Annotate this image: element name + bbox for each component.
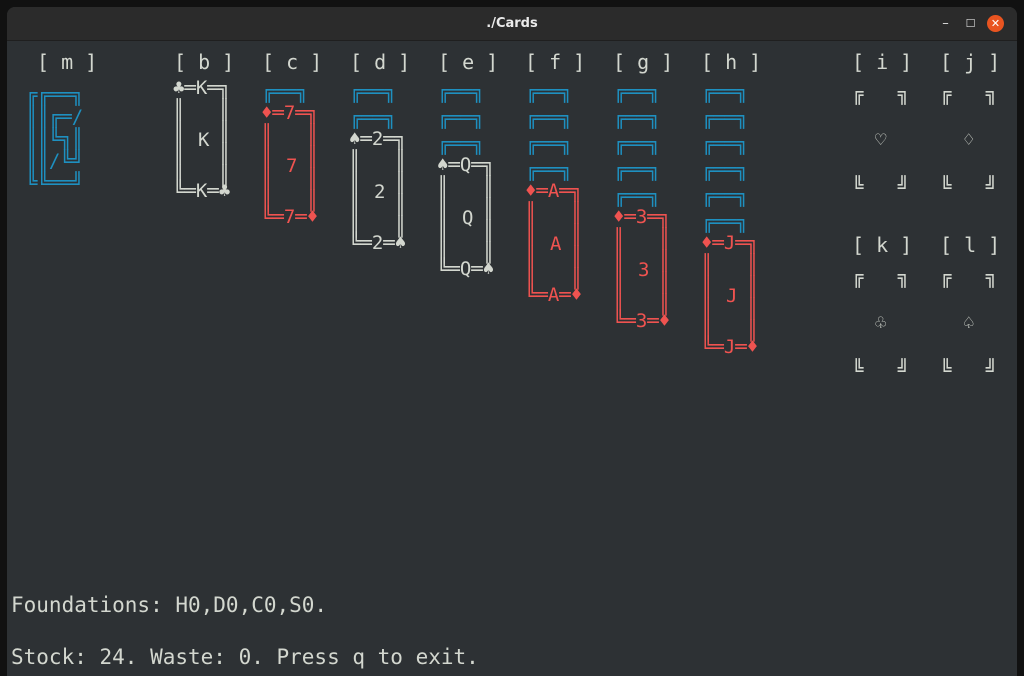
card-back: ╔══╗ bbox=[702, 81, 748, 103]
close-icon[interactable]: ✕ bbox=[987, 15, 1004, 32]
foundation-top: ╔ ╗ bbox=[852, 266, 910, 288]
card-rank: 7 bbox=[286, 155, 298, 177]
foundation-top: ╔ ╗ bbox=[852, 83, 910, 105]
stock-status: Stock: 24. Waste: 0. Press q to exit. bbox=[11, 645, 479, 669]
card-top: ♣═K═╗ bbox=[173, 77, 231, 99]
card-back: ╔══╗ bbox=[702, 133, 748, 155]
card-top: ♠═Q═╗ bbox=[437, 154, 495, 176]
pile-label-j: [ j ] bbox=[940, 50, 1001, 74]
window-title: ./Cards bbox=[486, 16, 538, 31]
pile-label-e: [ e ] bbox=[438, 50, 499, 74]
card-bottom: ╚═A═♦ bbox=[525, 284, 583, 306]
card-side: ║ ║ bbox=[349, 150, 407, 172]
pile-label-i: [ i ] bbox=[852, 50, 913, 74]
foundation-top: ╔ ╗ bbox=[940, 83, 998, 105]
card-rank: 2 bbox=[374, 181, 386, 203]
card-top: ♦═3═╗ bbox=[613, 206, 671, 228]
foundation-bottom: ╚ ╝ bbox=[940, 359, 998, 381]
stock-line: ╔╔══╗ bbox=[26, 84, 84, 106]
terminal-area[interactable]: [ m ] [ b ] [ c ] [ d ] [ e ] [ f ] [ g … bbox=[7, 41, 1017, 676]
spade-icon: ♤ bbox=[963, 312, 975, 334]
card-back: ╔══╗ bbox=[614, 159, 660, 181]
card-side: ║ ║ bbox=[701, 254, 759, 276]
card-back: ╔══╗ bbox=[702, 211, 748, 233]
card-side: ║ ║ bbox=[613, 228, 671, 250]
card-back: ╔══╗ bbox=[614, 107, 660, 129]
foundations-status: Foundations: H0,D0,C0,S0. bbox=[11, 593, 328, 617]
card-top: ♠═2═╗ bbox=[349, 128, 407, 150]
card-bottom: ╚═J═♦ bbox=[701, 336, 759, 358]
card-rank: A bbox=[550, 233, 562, 255]
card-back: ╔══╗ bbox=[438, 81, 484, 103]
title-bar: ./Cards – ☐ ✕ bbox=[7, 7, 1017, 41]
stock-line: ║║╚╗║ bbox=[26, 128, 84, 150]
card-back: ╔══╗ bbox=[262, 81, 308, 103]
card-rank: J bbox=[726, 285, 738, 307]
pile-label-h: [ h ] bbox=[701, 50, 762, 74]
terminal-window: ./Cards – ☐ ✕ [ m ] [ b ] [ c ] [ d ] [ … bbox=[7, 7, 1017, 676]
card-rank: K bbox=[198, 129, 210, 151]
card-rank: Q bbox=[462, 207, 474, 229]
card-bottom: ╚═Q═♠ bbox=[437, 258, 495, 280]
card-back: ╔══╗ bbox=[614, 81, 660, 103]
pile-label-d: [ d ] bbox=[350, 50, 411, 74]
card-back: ╔══╗ bbox=[526, 133, 572, 155]
foundation-top: ╔ ╗ bbox=[940, 266, 998, 288]
pile-label-f: [ f ] bbox=[525, 50, 586, 74]
card-top: ♦═7═╗ bbox=[261, 102, 319, 124]
card-back: ╔══╗ bbox=[438, 133, 484, 155]
card-back: ╔══╗ bbox=[438, 107, 484, 129]
card-side: ║ ║ bbox=[261, 124, 319, 146]
card-back: ╔══╗ bbox=[350, 107, 396, 129]
card-top: ♦═J═╗ bbox=[701, 232, 759, 254]
foundation-bottom: ╚ ╝ bbox=[940, 176, 998, 198]
card-side: ║ ║ bbox=[437, 176, 495, 198]
pile-label-m: [ m ] bbox=[37, 50, 98, 74]
pile-label-g: [ g ] bbox=[613, 50, 674, 74]
card-back: ╔══╗ bbox=[350, 81, 396, 103]
card-back: ╔══╗ bbox=[526, 107, 572, 129]
card-back: ╔══╗ bbox=[614, 133, 660, 155]
card-back: ╔══╗ bbox=[526, 159, 572, 181]
pile-label-l: [ l ] bbox=[940, 233, 1001, 257]
card-bottom: ╚═K═♣ bbox=[173, 180, 231, 202]
pile-label-b: [ b ] bbox=[174, 50, 235, 74]
card-bottom: ╚═2═♠ bbox=[349, 232, 407, 254]
maximize-icon[interactable]: ☐ bbox=[962, 15, 979, 32]
card-rank: 3 bbox=[638, 259, 650, 281]
pile-label-c: [ c ] bbox=[262, 50, 323, 74]
card-back: ╔══╗ bbox=[702, 185, 748, 207]
stock-line: ║║/╚╝ bbox=[26, 150, 84, 172]
card-back: ╔══╗ bbox=[526, 81, 572, 103]
pile-label-k: [ k ] bbox=[852, 233, 913, 257]
card-bottom: ╚═3═♦ bbox=[613, 310, 671, 332]
stock-line: ║║╔═/ bbox=[26, 106, 84, 128]
card-side: ║ ║ bbox=[173, 99, 231, 121]
card-back: ╔══╗ bbox=[702, 159, 748, 181]
card-back: ╔══╗ bbox=[614, 185, 660, 207]
foundation-bottom: ╚ ╝ bbox=[852, 176, 910, 198]
card-bottom: ╚═7═♦ bbox=[261, 206, 319, 228]
card-back: ╔══╗ bbox=[702, 107, 748, 129]
diamond-icon: ♢ bbox=[963, 129, 975, 151]
foundation-bottom: ╚ ╝ bbox=[852, 359, 910, 381]
heart-icon: ♡ bbox=[875, 129, 887, 151]
card-top: ♦═A═╗ bbox=[525, 180, 583, 202]
club-icon: ♧ bbox=[875, 312, 887, 334]
stock-line: ╚╚══╝ bbox=[26, 172, 84, 194]
minimize-icon[interactable]: – bbox=[937, 15, 954, 32]
card-side: ║ ║ bbox=[525, 202, 583, 224]
